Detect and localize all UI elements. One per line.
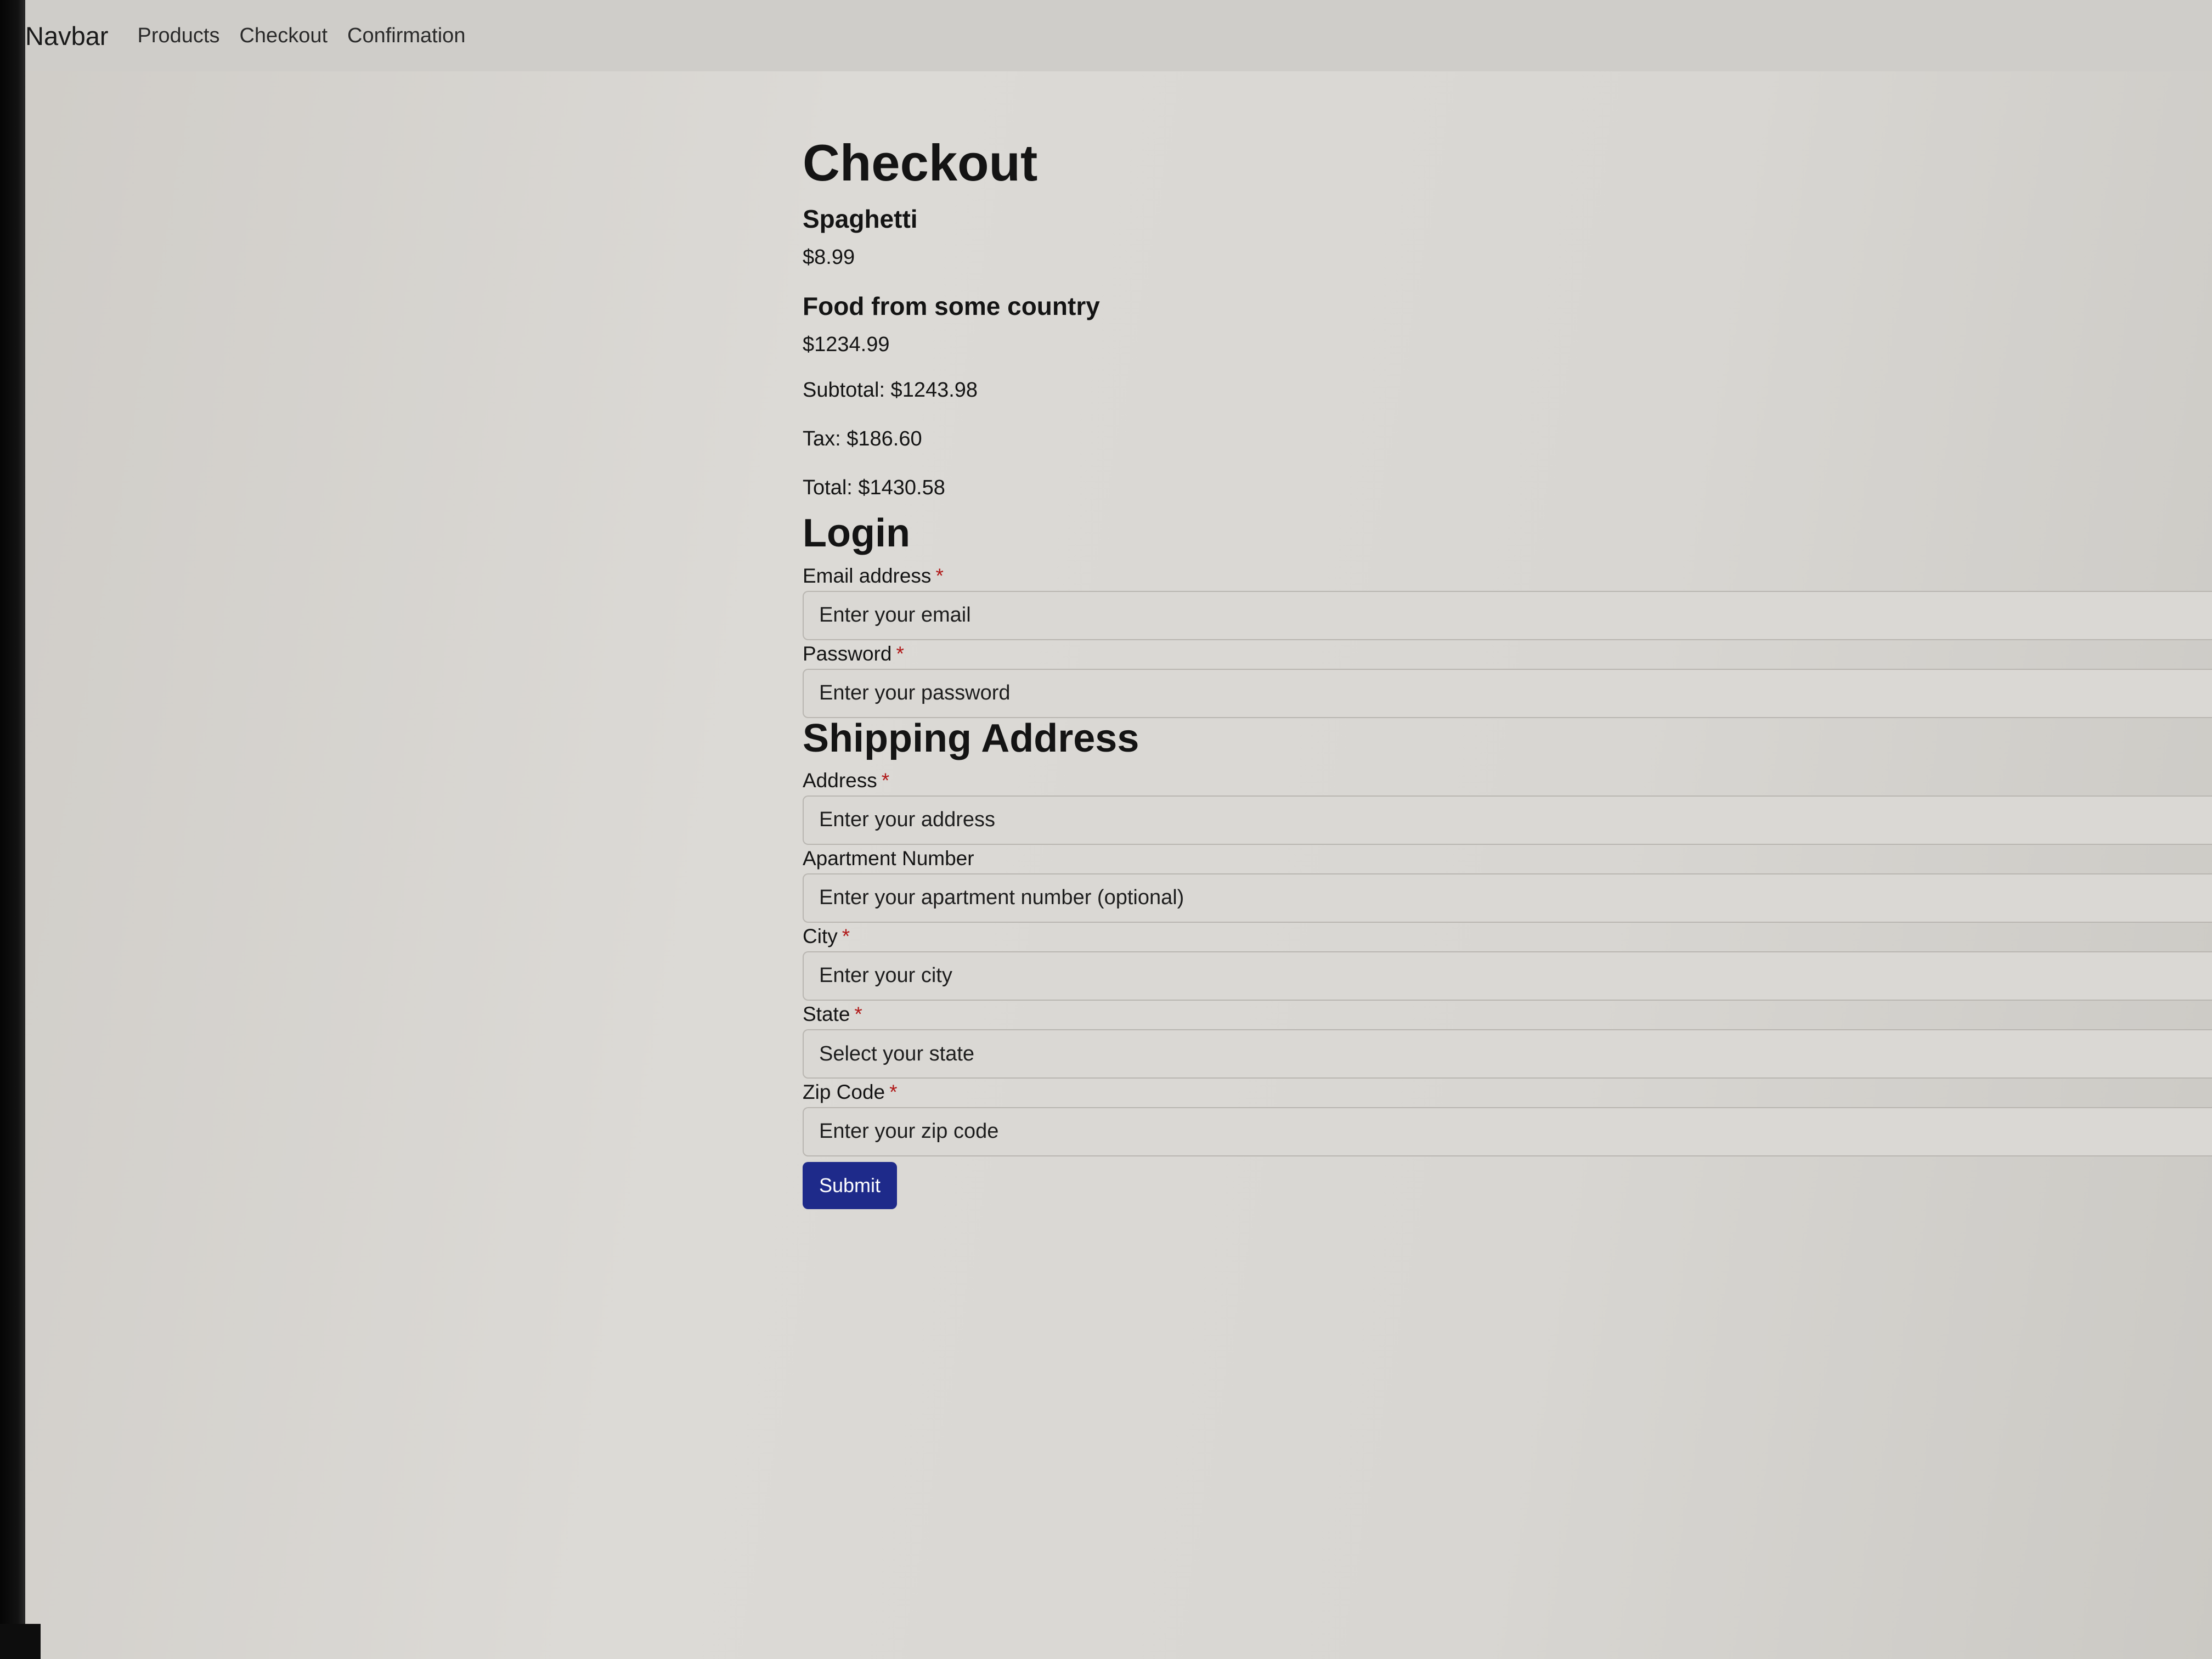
city-label: City * — [803, 924, 850, 947]
password-label: Password * — [803, 642, 904, 665]
subtotal: Subtotal: $1243.98 — [803, 379, 978, 402]
apartment-field[interactable] — [803, 873, 2212, 923]
nav-link-confirmation[interactable]: Confirmation — [347, 24, 465, 48]
apartment-label: Apartment Number — [803, 847, 974, 870]
city-field[interactable] — [803, 951, 2212, 1001]
submit-button[interactable]: Submit — [803, 1161, 898, 1209]
screen-bezel-corner — [0, 1624, 41, 1659]
tax: Tax: $186.60 — [803, 427, 922, 451]
cart-item-price: $1234.99 — [803, 333, 890, 357]
address-group: Address * — [803, 769, 2212, 845]
city-group: City * — [803, 925, 2212, 1001]
checkout-page: Checkout Spaghetti $8.99 Food from some … — [803, 134, 2212, 1209]
email-label: Email address * — [803, 564, 944, 587]
required-marker: * — [889, 1080, 898, 1103]
zip-field[interactable] — [803, 1107, 2212, 1156]
apartment-group: Apartment Number — [803, 847, 2212, 923]
navbar: Navbar Products Checkout Confirmation — [25, 0, 2212, 71]
nav-link-checkout[interactable]: Checkout — [239, 24, 328, 48]
address-field[interactable] — [803, 795, 2212, 845]
shipping-title: Shipping Address — [803, 716, 1139, 760]
cart-item: Food from some country $1234.99 — [803, 291, 2212, 357]
state-select[interactable]: Select your state — [803, 1029, 2212, 1079]
total: Total: $1430.58 — [803, 476, 945, 500]
state-label: State * — [803, 1002, 862, 1025]
zip-group: Zip Code * — [803, 1081, 2212, 1156]
required-marker: * — [881, 769, 890, 792]
required-marker: * — [842, 924, 850, 947]
nav-link-products[interactable]: Products — [138, 24, 220, 48]
cart-item: Spaghetti $8.99 — [803, 204, 2212, 269]
required-marker: * — [854, 1002, 862, 1025]
page-title: Checkout — [803, 134, 1038, 191]
zip-label: Zip Code * — [803, 1080, 898, 1103]
cart-item-name: Food from some country — [803, 292, 1100, 321]
required-marker: * — [896, 642, 904, 665]
login-title: Login — [803, 511, 910, 556]
state-group: State * Select your state — [803, 1003, 2212, 1079]
screen-bezel-left — [0, 0, 25, 1659]
required-marker: * — [935, 564, 944, 587]
address-label: Address * — [803, 769, 890, 792]
cart-item-name: Spaghetti — [803, 205, 918, 234]
navbar-brand[interactable]: Navbar — [25, 21, 109, 51]
cart-item-price: $8.99 — [803, 246, 855, 269]
password-group: Password * — [803, 642, 2212, 718]
password-field[interactable] — [803, 668, 2212, 718]
email-group: Email address * — [803, 565, 2212, 640]
email-field[interactable] — [803, 590, 2212, 640]
